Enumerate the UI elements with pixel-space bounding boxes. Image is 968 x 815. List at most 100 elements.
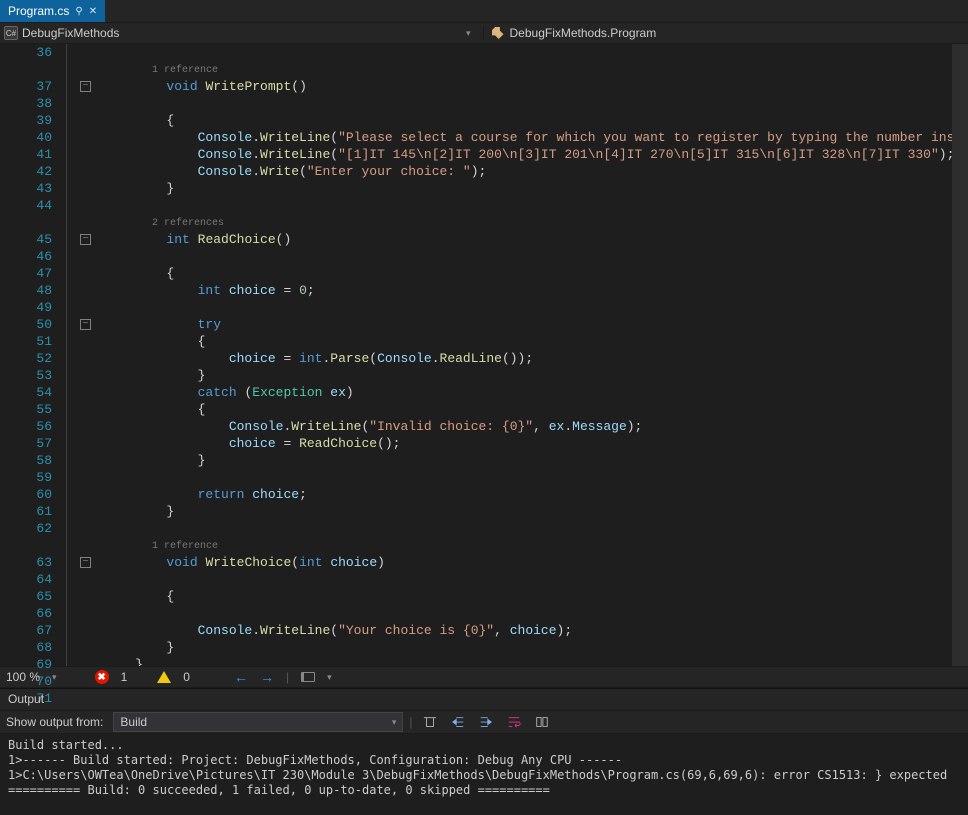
breadcrumb-right[interactable]: DebugFixMethods.Program <box>483 26 965 40</box>
code-line[interactable]: Console.Write("Enter your choice: "); <box>104 163 968 180</box>
code-line[interactable]: catch (Exception ex) <box>104 384 968 401</box>
warning-count: 0 <box>183 670 190 684</box>
code-line[interactable] <box>104 248 968 265</box>
breadcrumb-project: DebugFixMethods <box>22 26 119 40</box>
indent-left-button[interactable] <box>447 712 469 732</box>
code-line[interactable]: } <box>104 639 968 656</box>
line-number: 40 <box>0 129 52 146</box>
close-icon[interactable]: ✕ <box>89 6 97 17</box>
fold-vertical-line <box>66 44 67 666</box>
output-source-value: Build <box>120 715 147 729</box>
wrench-icon <box>492 27 504 39</box>
code-line[interactable] <box>104 44 968 61</box>
code-line[interactable]: { <box>104 588 968 605</box>
warning-icon[interactable] <box>157 671 171 683</box>
code-line[interactable]: choice = int.Parse(Console.ReadLine()); <box>104 350 968 367</box>
line-number: 43 <box>0 180 52 197</box>
line-number: 50 <box>0 316 52 333</box>
fold-toggle[interactable]: − <box>80 319 91 330</box>
toggle-button[interactable] <box>531 712 553 732</box>
code-line[interactable]: } <box>104 503 968 520</box>
breadcrumb-left[interactable]: C# DebugFixMethods ▾ <box>4 26 477 40</box>
line-number: 47 <box>0 265 52 282</box>
code-line[interactable]: { <box>104 333 968 350</box>
code-line[interactable] <box>104 197 968 214</box>
chevron-down-icon: ▾ <box>392 717 397 728</box>
code-line[interactable]: int choice = 0; <box>104 282 968 299</box>
output-source-dropdown[interactable]: Build ▾ <box>113 712 403 732</box>
code-line[interactable]: { <box>104 265 968 282</box>
line-number: 55 <box>0 401 52 418</box>
code-line[interactable]: } <box>104 367 968 384</box>
code-line[interactable]: } <box>104 180 968 197</box>
code-line[interactable] <box>104 299 968 316</box>
code-line[interactable]: choice = ReadChoice(); <box>104 435 968 452</box>
pin-icon[interactable]: ⚲ <box>75 6 82 17</box>
code-line[interactable]: Console.WriteLine("Invalid choice: {0}",… <box>104 418 968 435</box>
line-number: 57 <box>0 435 52 452</box>
code-line[interactable]: { <box>104 112 968 129</box>
line-number: 53 <box>0 367 52 384</box>
line-number: 62 <box>0 520 52 537</box>
code-line[interactable]: Console.WriteLine("Please select a cours… <box>104 129 968 146</box>
codelens-references[interactable]: 2 references <box>104 214 968 231</box>
nav-back-button[interactable]: ← <box>234 669 248 685</box>
toggle-icon[interactable] <box>301 672 315 682</box>
line-number: 45 <box>0 231 52 248</box>
line-number: 68 <box>0 639 52 656</box>
line-number-gutter: 3637383940414243444546474849505152535455… <box>0 44 60 666</box>
line-number: 49 <box>0 299 52 316</box>
code-line[interactable]: } <box>104 656 968 666</box>
fold-toggle[interactable]: − <box>80 234 91 245</box>
code-line[interactable]: Console.WriteLine("Your choice is {0}", … <box>104 622 968 639</box>
codelens-references[interactable]: 1 reference <box>104 537 968 554</box>
separator: | <box>286 670 289 684</box>
code-area[interactable]: 1 reference void WritePrompt() { Console… <box>104 44 968 666</box>
line-number: 67 <box>0 622 52 639</box>
nav-forward-button[interactable]: → <box>260 669 274 685</box>
error-icon[interactable]: ✖ <box>95 670 109 684</box>
code-line[interactable] <box>104 469 968 486</box>
line-number: 48 <box>0 282 52 299</box>
line-number: 38 <box>0 95 52 112</box>
indent-right-button[interactable] <box>475 712 497 732</box>
code-line[interactable]: int ReadChoice() <box>104 231 968 248</box>
fold-toggle[interactable]: − <box>80 557 91 568</box>
line-number: 58 <box>0 452 52 469</box>
codelens-references[interactable]: 1 reference <box>104 61 968 78</box>
code-line[interactable]: Console.WriteLine("[1]IT 145\n[2]IT 200\… <box>104 146 968 163</box>
line-number: 54 <box>0 384 52 401</box>
breadcrumb-bar: C# DebugFixMethods ▾ DebugFixMethods.Pro… <box>0 22 968 44</box>
line-number: 36 <box>0 44 52 61</box>
line-number: 66 <box>0 605 52 622</box>
fold-toggle[interactable]: − <box>80 81 91 92</box>
code-line[interactable]: } <box>104 452 968 469</box>
code-line[interactable]: { <box>104 401 968 418</box>
code-line[interactable]: void WritePrompt() <box>104 78 968 95</box>
tab-filename: Program.cs <box>8 4 69 18</box>
chevron-down-icon[interactable]: ▾ <box>327 672 332 683</box>
chevron-down-icon[interactable]: ▾ <box>466 28 471 39</box>
tab-program-cs[interactable]: Program.cs ⚲ ✕ <box>0 0 105 22</box>
editor-status-bar: 100 % ▾ ✖ 1 0 ← → | ▾ <box>0 666 968 688</box>
line-number: 61 <box>0 503 52 520</box>
fold-column: − − − − <box>60 44 104 666</box>
code-line[interactable] <box>104 605 968 622</box>
code-line[interactable] <box>104 95 968 112</box>
line-number: 39 <box>0 112 52 129</box>
code-line[interactable] <box>104 571 968 588</box>
line-number: 59 <box>0 469 52 486</box>
output-body[interactable]: Build started... 1>------ Build started:… <box>0 734 968 802</box>
zoom-level[interactable]: 100 % <box>6 670 40 684</box>
code-line[interactable] <box>104 520 968 537</box>
code-editor[interactable]: 3637383940414243444546474849505152535455… <box>0 44 968 666</box>
line-number: 60 <box>0 486 52 503</box>
code-line[interactable]: try <box>104 316 968 333</box>
chevron-down-icon[interactable]: ▾ <box>52 672 57 683</box>
code-line[interactable]: void WriteChoice(int choice) <box>104 554 968 571</box>
code-line[interactable]: return choice; <box>104 486 968 503</box>
word-wrap-button[interactable] <box>503 712 525 732</box>
clear-output-button[interactable] <box>419 712 441 732</box>
editor-scrollbar[interactable] <box>952 44 968 666</box>
line-number: 64 <box>0 571 52 588</box>
